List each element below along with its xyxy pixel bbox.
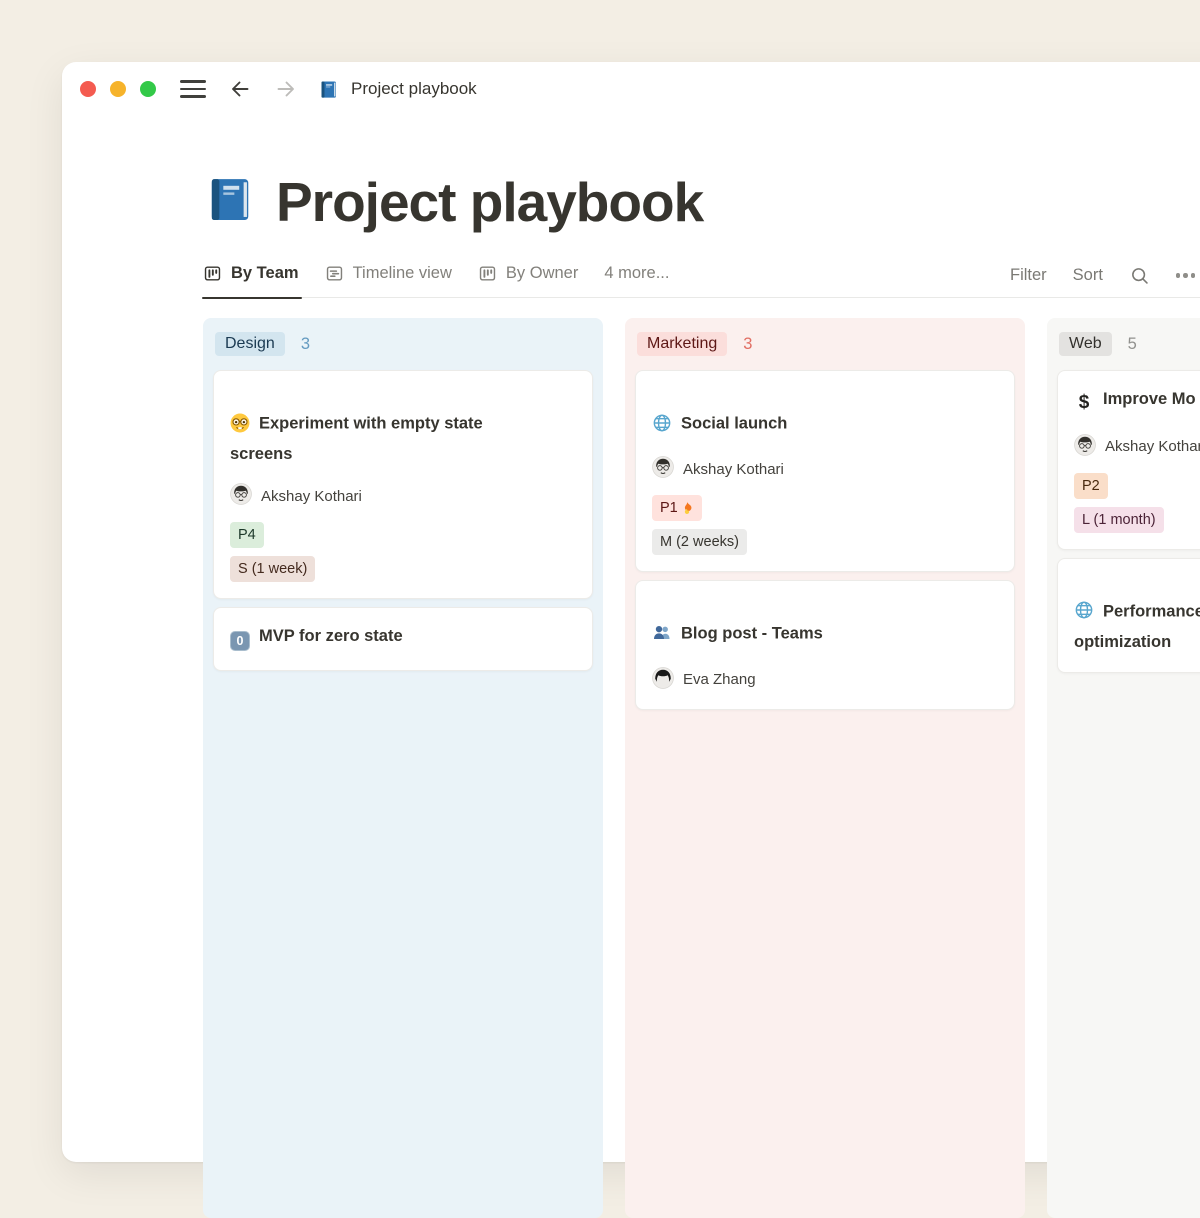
globe-icon [652,386,672,441]
globe-icon [1074,574,1094,629]
size-tag: S (1 week) [230,556,315,582]
column-count: 3 [301,335,310,354]
card-title: Blog post - Teams [681,625,823,643]
avatar-akshay-kothari [652,456,674,482]
size-tag: L (1 month) [1074,507,1164,533]
sort-button[interactable]: Sort [1073,266,1103,285]
size-tag: M (2 weeks) [652,529,747,555]
window-title: Project playbook [351,79,477,99]
page-title[interactable]: Project playbook [276,170,703,234]
page-icon-blue-book[interactable] [203,173,256,231]
tab-by-team[interactable]: By Team [203,264,299,283]
column-tag-design[interactable]: Design [215,332,285,356]
card-performance-optimization[interactable]: Performance optimization [1057,558,1200,673]
filter-button[interactable]: Filter [1010,266,1047,285]
card-mvp-zero-state[interactable]: 0MVP for zero state [213,607,593,671]
priority-tag: P1 [652,495,702,521]
search-icon[interactable] [1129,265,1150,286]
card-title: Improve Mo [1103,390,1196,408]
fire-icon [680,501,694,515]
card-experiment-empty-state[interactable]: Experiment with empty state screens Aksh… [213,370,593,599]
app-window: Project playbook Project playbook By Tea… [62,62,1200,1162]
card-improve-monetization[interactable]: $ Improve Mo Akshay Kothari P2 L (1 month… [1057,370,1200,550]
assignee-name: Akshay Kothari [1105,438,1200,455]
sidebar-menu-icon[interactable] [180,80,206,98]
priority-tag: P2 [1074,473,1108,499]
board-view-icon [478,264,497,283]
close-window-button[interactable] [80,81,96,97]
assignee-name: Akshay Kothari [261,488,362,505]
column-tag-web[interactable]: Web [1059,332,1112,356]
window-chrome: Project playbook [62,62,1200,116]
keycap-zero-icon: 0 [230,627,250,654]
tab-by-owner[interactable]: By Owner [478,264,578,283]
assignee-name: Eva Zhang [683,671,756,688]
column-web: Web 5 $ Improve Mo Akshay Kothari [1047,318,1200,1218]
nerd-face-icon [230,386,250,441]
more-options-icon[interactable] [1176,273,1196,278]
card-social-launch[interactable]: Social launch Akshay Kothari P1 M (2 wee… [635,370,1015,572]
tab-label: By Team [231,264,299,283]
priority-tag: P4 [230,522,264,548]
card-title: Social launch [681,415,787,433]
column-marketing: Marketing 3 Social launch [625,318,1025,1218]
tab-label: By Owner [506,264,578,283]
column-design: Design 3 Experiment with empty state scr… [203,318,603,1218]
page-book-icon [318,79,339,100]
avatar-akshay-kothari [230,483,252,509]
column-tag-marketing[interactable]: Marketing [637,332,727,356]
column-count: 3 [743,335,752,354]
column-count: 5 [1128,335,1137,354]
back-arrow-icon[interactable] [228,77,252,101]
minimize-window-button[interactable] [110,81,126,97]
avatar-eva-zhang [652,667,674,693]
board-view-icon [203,264,222,283]
timeline-view-icon [325,264,344,283]
tab-label: 4 more... [604,264,669,283]
tab-timeline-view[interactable]: Timeline view [325,264,452,283]
heavy-dollar-icon: $ [1074,388,1094,419]
assignee-name: Akshay Kothari [683,461,784,478]
card-title: Experiment with empty state screens [230,415,483,464]
avatar-akshay-kothari [1074,434,1096,460]
tab-label: Timeline view [353,264,452,283]
kanban-board: Design 3 Experiment with empty state scr… [203,318,1200,1218]
tab-more-views[interactable]: 4 more... [604,264,669,283]
view-tabs-bar: By Team Timeline view By Owner 4 more...… [203,264,1200,298]
forward-arrow-icon[interactable] [274,77,298,101]
zoom-window-button[interactable] [140,81,156,97]
busts-in-silhouette-icon [652,596,672,651]
card-blog-post-teams[interactable]: Blog post - Teams Eva Zhang [635,580,1015,709]
